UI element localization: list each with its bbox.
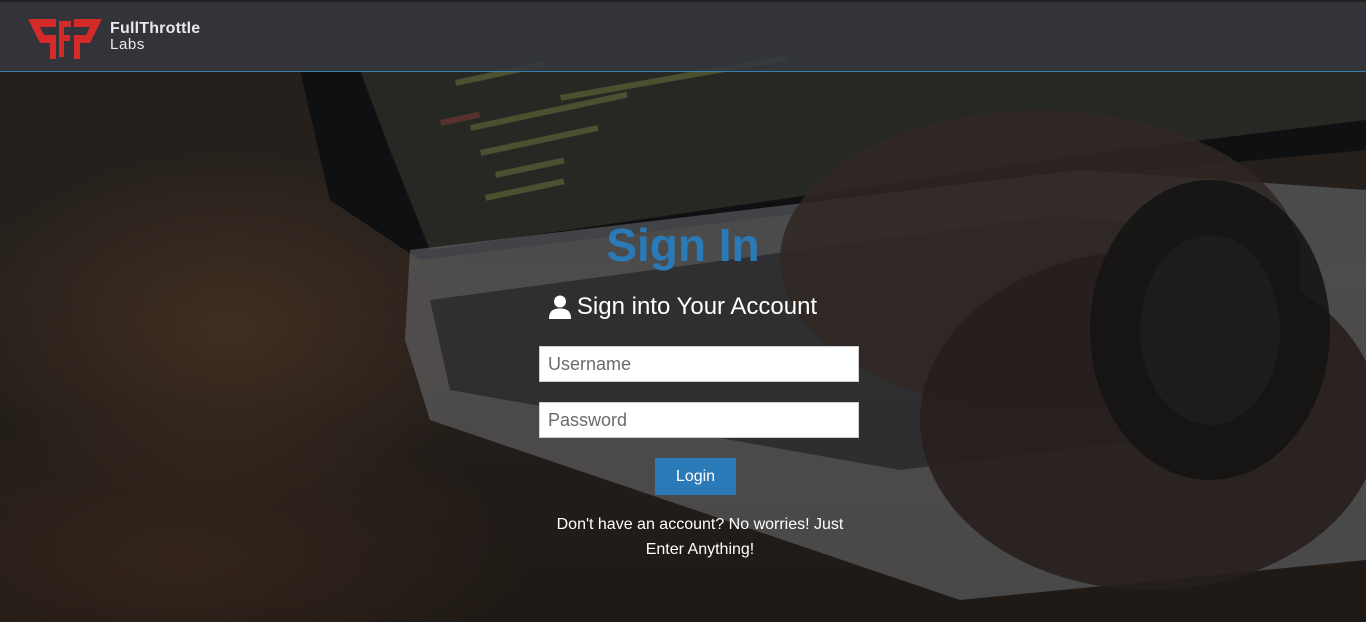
- login-button[interactable]: Login: [655, 458, 736, 495]
- page-title: Sign In: [606, 219, 760, 271]
- signin-subtitle-text: Sign into Your Account: [576, 293, 818, 320]
- signin-help-text: Don't have an account? No worries! Just …: [556, 516, 844, 558]
- password-input[interactable]: [539, 402, 859, 438]
- user-icon: [548, 295, 571, 319]
- username-input[interactable]: [539, 346, 859, 382]
- signin-subtitle: Sign into Your Account: [0, 293, 1366, 321]
- signin-section: Sign In Sign into Your Account Login Don…: [0, 0, 1366, 622]
